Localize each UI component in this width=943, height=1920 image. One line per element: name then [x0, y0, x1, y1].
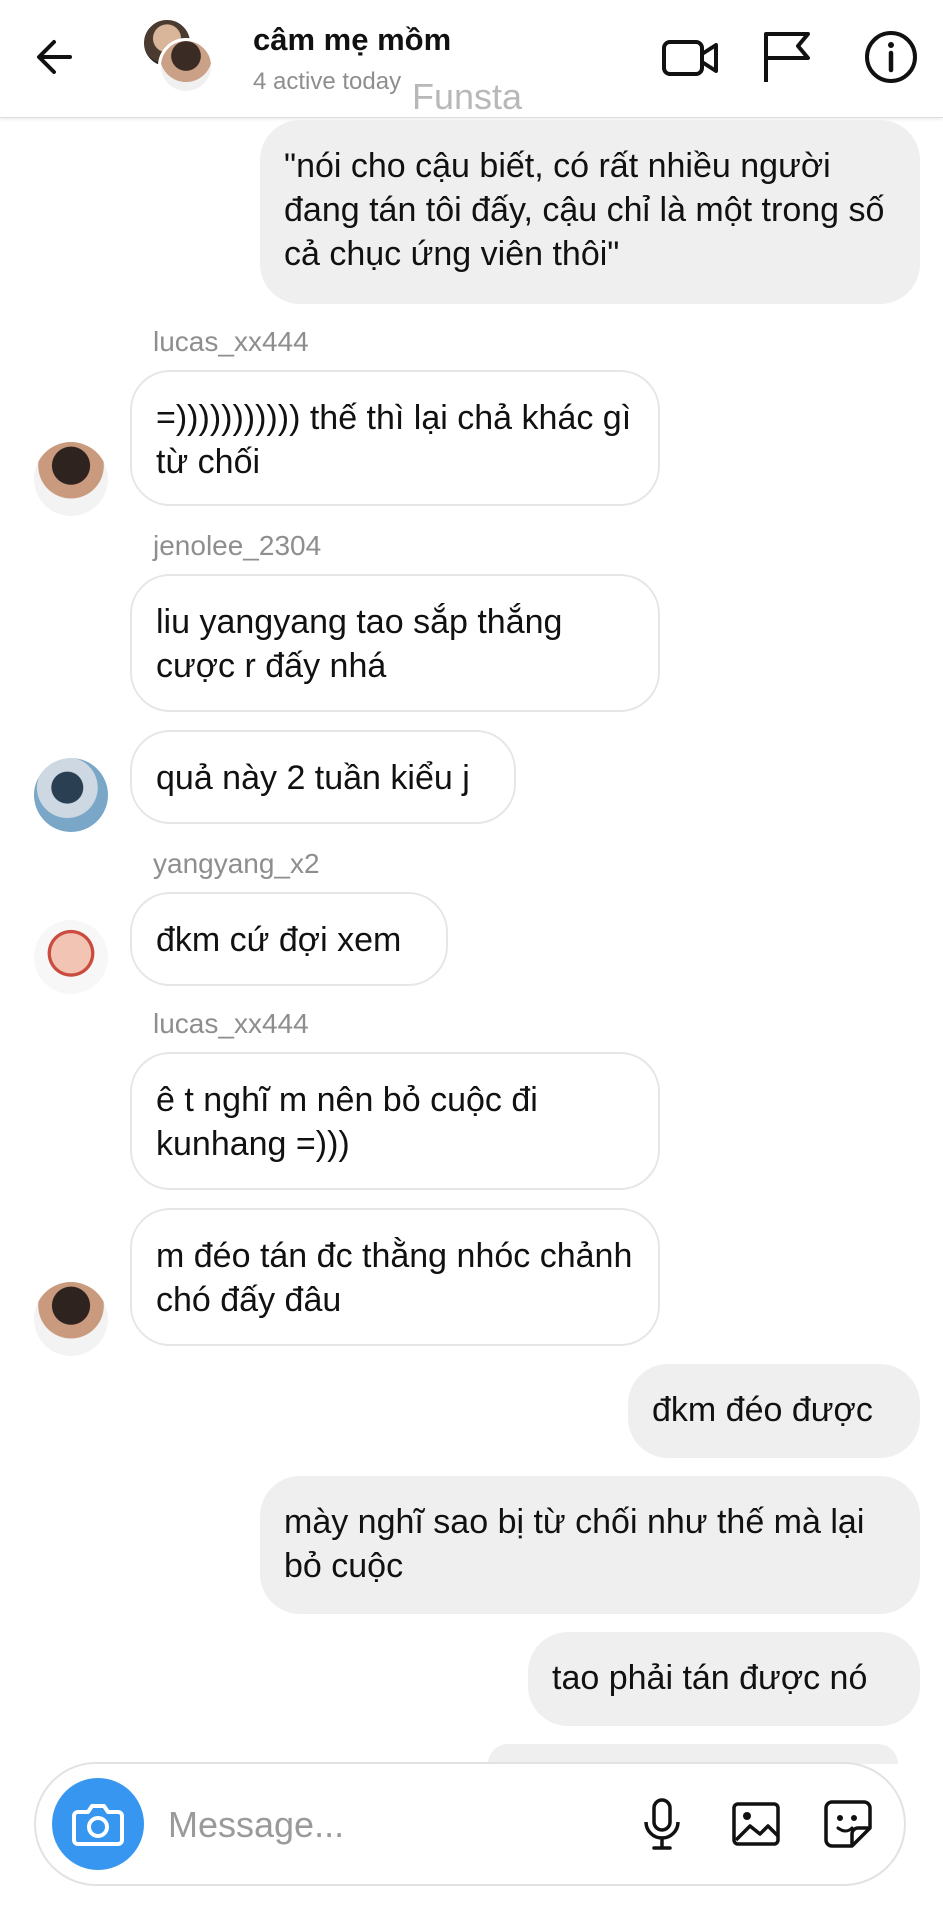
- back-arrow-icon: [37, 40, 72, 74]
- message-bubble-outgoing[interactable]: tao phải tán được nó: [528, 1632, 920, 1726]
- message-text: mày nghĩ sao bị từ chối như thế mà lại b…: [284, 1503, 865, 1585]
- message-bubble-incoming[interactable]: =))))))))))) thế thì lại chả khác gì từ …: [130, 370, 660, 506]
- message-bubble-outgoing[interactable]: đkm đéo được: [628, 1364, 920, 1458]
- message-text: quả này 2 tuần kiểu j: [156, 759, 470, 797]
- group-avatar-front: [158, 38, 214, 94]
- back-button[interactable]: [30, 30, 84, 84]
- message-text: "nói cho cậu biết, có rất nhiều người đa…: [284, 147, 885, 273]
- chat-title[interactable]: câm mẹ mồm: [253, 22, 451, 58]
- camera-button[interactable]: [52, 1778, 144, 1870]
- info-button[interactable]: [860, 26, 922, 88]
- video-camera-icon: [662, 40, 718, 76]
- message-list[interactable]: "nói cho cậu biết, có rất nhiều người đa…: [0, 118, 943, 1748]
- gallery-button[interactable]: [726, 1794, 786, 1854]
- message-input[interactable]: [166, 1790, 506, 1860]
- message-bubble-incoming[interactable]: m đéo tán đc thằng nhóc chảnh chó đấy đâ…: [130, 1208, 660, 1346]
- message-bubble-incoming[interactable]: đkm cứ đợi xem: [130, 892, 448, 986]
- sticker-button[interactable]: [818, 1794, 878, 1854]
- microphone-icon: [644, 1798, 680, 1850]
- avatar[interactable]: [34, 758, 108, 832]
- message-text: liu yangyang tao sắp thắng cược r đấy nh…: [156, 603, 563, 685]
- message-text: m đéo tán đc thằng nhóc chảnh chó đấy đâ…: [156, 1237, 633, 1319]
- message-text: đkm đéo được: [652, 1391, 873, 1429]
- gallery-icon: [732, 1802, 780, 1846]
- sender-name: jenolee_2304: [153, 530, 322, 561]
- active-status: 4 active today: [253, 68, 402, 95]
- group-avatar[interactable]: [142, 18, 216, 94]
- message-bubble-outgoing[interactable]: "nói cho cậu biết, có rất nhiều người đa…: [260, 120, 920, 304]
- message-bubble-incoming[interactable]: ê t nghĩ m nên bỏ cuộc đi kunhang =))): [130, 1052, 660, 1190]
- sender-name: lucas_xx444: [153, 326, 309, 357]
- message-bubble-outgoing[interactable]: mày nghĩ sao bị từ chối như thế mà lại b…: [260, 1476, 920, 1614]
- sticker-icon: [824, 1800, 872, 1848]
- info-icon: [865, 31, 917, 83]
- message-text: ê t nghĩ m nên bỏ cuộc đi kunhang =))): [156, 1081, 538, 1163]
- message-text: đkm cứ đợi xem: [156, 921, 402, 959]
- sender-name: yangyang_x2: [153, 848, 320, 879]
- message-bubble-incoming[interactable]: liu yangyang tao sắp thắng cược r đấy nh…: [130, 574, 660, 712]
- sender-name: lucas_xx444: [153, 1008, 309, 1039]
- avatar[interactable]: [34, 442, 108, 516]
- message-text: =))))))))))) thế thì lại chả khác gì từ …: [156, 399, 632, 481]
- message-composer: [34, 1762, 906, 1886]
- video-call-button[interactable]: [660, 26, 722, 88]
- avatar[interactable]: [34, 1282, 108, 1356]
- message-bubble-incoming[interactable]: quả này 2 tuần kiểu j: [130, 730, 516, 824]
- watermark: Funsta: [412, 76, 523, 117]
- message-text: tao phải tán được nó: [552, 1659, 868, 1697]
- avatar[interactable]: [34, 920, 108, 994]
- voice-message-button[interactable]: [632, 1794, 692, 1854]
- camera-icon: [72, 1804, 124, 1846]
- flag-icon: [764, 32, 810, 82]
- message-bubble-partial: [488, 1744, 898, 1764]
- chat-header: câm mẹ mồm 4 active today Funsta: [0, 0, 943, 118]
- report-button[interactable]: [756, 26, 818, 88]
